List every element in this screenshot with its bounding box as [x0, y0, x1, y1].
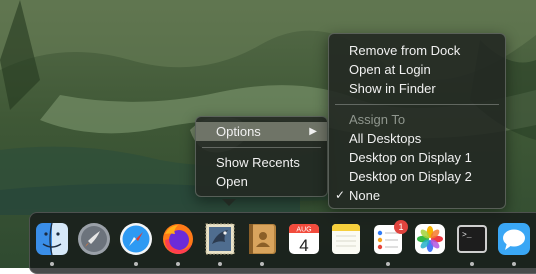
menu-item-label: Open at Login [349, 62, 431, 77]
running-indicator [50, 262, 54, 266]
options-submenu: Remove from Dock Open at Login Show in F… [328, 33, 506, 209]
menu-item-none[interactable]: ✓ None [329, 186, 505, 205]
contacts-book-icon [249, 224, 276, 254]
running-indicator [218, 262, 222, 266]
triangle-right-icon: ▶ [309, 126, 317, 137]
dock-item-safari[interactable] [119, 222, 153, 256]
notification-badge: 1 [394, 220, 408, 234]
finder-icon [36, 222, 68, 256]
menu-item-desktop-display-2[interactable]: Desktop on Display 2 [329, 167, 505, 186]
menu-item-label: Open [216, 174, 248, 189]
menu-item-label: All Desktops [349, 131, 422, 146]
menu-pointer [222, 199, 236, 206]
compass-icon [120, 223, 152, 255]
firefox-icon [163, 224, 193, 254]
running-indicator [470, 262, 474, 266]
calendar-day: 4 [299, 236, 308, 255]
dock-item-terminal[interactable]: >_ [455, 222, 489, 256]
menu-item-show-recents[interactable]: Show Recents [196, 153, 327, 172]
running-indicator [176, 262, 180, 266]
calendar-month: AUG [296, 227, 311, 234]
photos-flower-icon [415, 224, 445, 254]
menu-heading-label: Assign To [349, 112, 406, 127]
dock-item-photos[interactable] [413, 222, 447, 256]
menu-item-show-in-finder[interactable]: Show in Finder [329, 79, 505, 98]
running-indicator [386, 262, 390, 266]
menu-item-label: Desktop on Display 1 [349, 150, 472, 165]
assign-to-heading: Assign To [329, 110, 505, 129]
menu-separator [202, 147, 321, 148]
eagle-stamp-icon [205, 223, 235, 255]
terminal-prompt: >_ [462, 231, 472, 240]
dock-item-mail[interactable] [203, 222, 237, 256]
checkmark-icon: ✓ [335, 188, 346, 202]
terminal-icon: >_ [457, 225, 487, 253]
dock-item-calendar[interactable]: AUG 4 [287, 222, 321, 256]
menu-item-open-at-login[interactable]: Open at Login [329, 60, 505, 79]
dock-item-contacts[interactable] [245, 222, 279, 256]
menu-item-options[interactable]: Options ▶ [196, 122, 327, 141]
dock-item-finder[interactable] [35, 222, 69, 256]
menu-item-label: Show Recents [216, 155, 300, 170]
dock-item-launchpad[interactable] [77, 222, 111, 256]
menu-item-label: Show in Finder [349, 81, 436, 96]
app-context-menu: Options ▶ Show Recents Open [195, 116, 328, 197]
menu-item-open[interactable]: Open [196, 172, 327, 191]
menu-item-label: Remove from Dock [349, 43, 461, 58]
running-indicator [134, 262, 138, 266]
running-indicator [512, 262, 516, 266]
speech-bubble-icon [498, 223, 530, 255]
menu-item-desktop-display-1[interactable]: Desktop on Display 1 [329, 148, 505, 167]
calendar-icon: AUG 4 [289, 224, 319, 255]
dock-item-notes[interactable] [329, 222, 363, 256]
rocket-icon [78, 223, 110, 255]
menu-separator [335, 104, 499, 105]
menu-item-label: Desktop on Display 2 [349, 169, 472, 184]
menu-item-label: None [349, 188, 381, 203]
running-indicator [260, 262, 264, 266]
menu-item-all-desktops[interactable]: All Desktops [329, 129, 505, 148]
menu-item-remove-from-dock[interactable]: Remove from Dock [329, 41, 505, 60]
notes-icon [332, 224, 360, 254]
dock-item-firefox[interactable] [161, 222, 195, 256]
dock-item-messages[interactable] [497, 222, 531, 256]
menu-item-label: Options [216, 124, 261, 139]
